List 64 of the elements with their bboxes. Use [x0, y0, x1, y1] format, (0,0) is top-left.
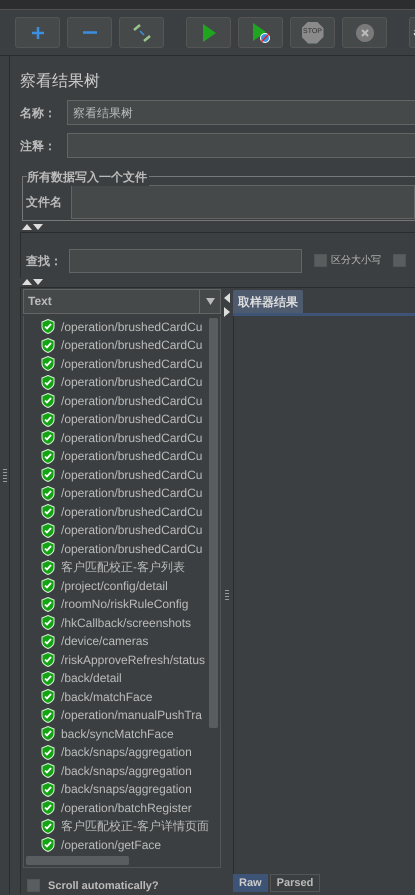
result-item[interactable]: /project/config/detail [24, 576, 220, 596]
result-item[interactable]: /operation/brushedCardCu [24, 318, 220, 336]
toggle-button[interactable] [119, 17, 164, 48]
split-arrows-icon[interactable] [22, 223, 44, 231]
result-item[interactable]: /operation/getFace [24, 836, 220, 854]
splitter-grip-icon[interactable] [225, 588, 229, 600]
filename-label: 文件名 [26, 194, 63, 211]
add-button[interactable] [15, 17, 60, 48]
view-tab[interactable]: Raw [233, 874, 268, 892]
result-item[interactable]: /back/matchFace [24, 688, 220, 706]
filename-field[interactable] [71, 185, 415, 219]
result-item[interactable]: /riskApproveRefresh/status [24, 650, 220, 670]
comment-label: 注释： [20, 138, 57, 154]
result-item[interactable]: /back/detail [24, 669, 220, 688]
result-item[interactable]: /operation/brushedCardCu [24, 354, 220, 374]
splitter-grip-icon[interactable] [2, 468, 6, 482]
result-item[interactable]: /operation/brushedCardCu [24, 502, 220, 522]
panel-title: 察看结果树 [20, 72, 101, 92]
result-item[interactable]: back/syncMatchFace [24, 724, 220, 744]
split-arrows-icon[interactable] [22, 278, 44, 286]
remove-button[interactable] [67, 17, 112, 48]
result-item[interactable]: /operation/brushedCardCu [24, 521, 220, 540]
search-label: 查找： [26, 252, 59, 270]
results-tab[interactable]: 取样器结果 [233, 290, 303, 313]
search-field[interactable] [69, 248, 302, 272]
checkbox-label: 区分大小写 [331, 254, 381, 268]
checkbox-label: Scroll automatically? [48, 878, 159, 894]
result-item[interactable]: /operation/brushedCardCu [24, 540, 220, 558]
group-legend: 所有数据写入一个文件 [27, 168, 149, 186]
start-button[interactable] [186, 17, 231, 48]
result-item[interactable]: /operation/brushedCardCu [24, 373, 220, 392]
result-item[interactable]: /back/snaps/aggregation [24, 743, 220, 762]
result-item[interactable]: /device/cameras [24, 632, 220, 651]
result-item[interactable]: /hkCallback/screenshots [24, 614, 220, 632]
circle-x-icon [356, 24, 374, 42]
checkbox[interactable] [314, 254, 327, 267]
vertical-scrollbar[interactable] [209, 318, 218, 728]
result-item[interactable]: /operation/brushedCardCu [24, 466, 220, 484]
view-tab[interactable]: Parsed [270, 874, 320, 892]
renderer-dropdown[interactable]: Text [23, 289, 221, 314]
result-item[interactable]: 客户匹配校正-客户列表 [24, 558, 220, 577]
two-wands-icon [130, 22, 152, 44]
result-item[interactable]: /roomNo/riskRuleConfig [24, 595, 220, 614]
result-item[interactable]: /operation/batchRegister [24, 798, 220, 818]
minus-icon [82, 31, 96, 34]
result-item[interactable]: /back/snaps/aggregation [24, 762, 220, 780]
checkbox[interactable] [27, 879, 40, 892]
result-item[interactable]: 客户匹配校正-客户详情页面 [24, 817, 220, 836]
result-item[interactable]: /operation/manualPushTra [24, 706, 220, 725]
result-item[interactable]: /operation/brushedCardCu [24, 392, 220, 410]
name-field[interactable]: 察看结果树 [67, 100, 415, 125]
horizontal-scrollbar[interactable] [26, 856, 129, 864]
result-item[interactable]: /operation/brushedCardCu [24, 484, 220, 503]
play-icon [200, 22, 216, 42]
result-item[interactable]: /operation/brushedCardCu [24, 447, 220, 466]
play-no-timer-icon [250, 22, 270, 44]
name-label: 名称： [20, 104, 57, 122]
comment-field[interactable] [67, 133, 415, 158]
result-item[interactable]: /operation/brushedCardCu [24, 410, 220, 429]
result-item[interactable]: /operation/brushedCardCu [24, 428, 220, 448]
result-item[interactable]: /back/snaps/aggregation [24, 780, 220, 799]
result-item[interactable]: /operation/brushedCardCu [24, 336, 220, 355]
plus-icon [30, 24, 46, 40]
checkbox[interactable] [393, 254, 406, 267]
